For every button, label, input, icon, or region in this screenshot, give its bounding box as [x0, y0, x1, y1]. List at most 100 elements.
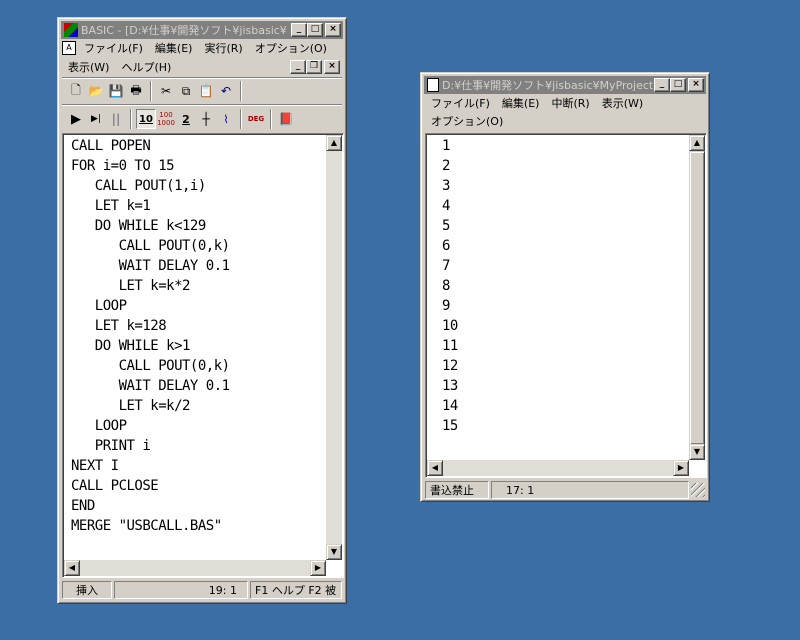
standard-toolbar: 🗋 📂 💾 🖶 ✂ ⧉ 📋 ↶: [62, 79, 342, 103]
open-icon[interactable]: 📂: [86, 81, 106, 101]
maximize-button[interactable]: □: [670, 78, 686, 92]
scroll-down-arrow-icon[interactable]: ▼: [326, 544, 342, 560]
pause-icon[interactable]: ||: [106, 109, 126, 129]
output-line: 8: [442, 278, 450, 294]
editor-vertical-scrollbar[interactable]: ▲ ▼: [326, 135, 342, 560]
output-horizontal-scrollbar[interactable]: ◀ ▶: [427, 460, 689, 476]
scroll-down-arrow-icon[interactable]: ▼: [689, 444, 705, 460]
toolbar-separator: [130, 109, 132, 129]
toolbar-separator: [240, 109, 242, 129]
decimal-1000-icon[interactable]: 100 1000: [156, 109, 176, 129]
output-title: D:¥仕事¥開発ソフト¥jisbasic¥MyProject¥: [442, 79, 654, 92]
scroll-up-arrow-icon[interactable]: ▲: [689, 135, 705, 151]
binary-2-icon[interactable]: 2: [176, 109, 196, 129]
menu-options[interactable]: オプション(O): [249, 40, 333, 56]
resize-grip-icon[interactable]: [691, 483, 705, 497]
run-icon[interactable]: ▶: [66, 109, 86, 129]
code-line[interactable]: LET k=k/2: [71, 396, 230, 416]
menu-edit[interactable]: 編集(E): [149, 40, 199, 56]
read-only-status: 書込禁止: [425, 481, 489, 499]
scroll-up-arrow-icon[interactable]: ▲: [326, 135, 342, 151]
menu-options[interactable]: オプション(O): [425, 113, 509, 129]
code-line[interactable]: FOR i=0 TO 15: [71, 156, 230, 176]
function-key-help-status: F1 ヘルプ F2 被: [250, 581, 342, 599]
code-line[interactable]: NEXT I: [71, 456, 230, 476]
editor-titlebar[interactable]: BASIC - [D:¥仕事¥開発ソフト¥jisbasic¥ _ □ ×: [61, 21, 343, 39]
child-restore-button[interactable]: ❐: [306, 60, 322, 74]
minimize-button[interactable]: _: [291, 23, 307, 37]
toolbar-separator: [240, 81, 242, 101]
toolbar-separator: [150, 81, 152, 101]
code-line[interactable]: CALL PCLOSE: [71, 476, 230, 496]
menu-edit[interactable]: 編集(E): [496, 95, 546, 111]
menu-break[interactable]: 中断(R): [545, 95, 595, 111]
output-titlebar[interactable]: D:¥仕事¥開発ソフト¥jisbasic¥MyProject¥ _ □ ×: [424, 76, 706, 94]
step-icon[interactable]: ▶|: [86, 109, 106, 129]
output-vertical-scrollbar[interactable]: ▲ ▼: [689, 135, 705, 460]
close-button[interactable]: ×: [688, 78, 704, 92]
output-line: 6: [442, 238, 450, 254]
menu-view[interactable]: 表示(W): [596, 95, 649, 111]
basic-editor-window[interactable]: BASIC - [D:¥仕事¥開発ソフト¥jisbasic¥ _ □ × A フ…: [57, 17, 347, 604]
cursor-position-status: 19: 1: [114, 581, 248, 599]
code-line[interactable]: END: [71, 496, 230, 516]
code-line[interactable]: CALL POUT(0,k): [71, 236, 231, 256]
basic-app-icon: [64, 23, 78, 37]
code-line[interactable]: WAIT DELAY 0.1: [71, 256, 231, 276]
code-editor[interactable]: CALL POPEN FOR i=0 TO 15 CALL POUT(1,i) L…: [62, 133, 344, 578]
scroll-left-arrow-icon[interactable]: ◀: [427, 460, 443, 476]
menu-run[interactable]: 実行(R): [198, 40, 248, 56]
close-button[interactable]: ×: [325, 23, 341, 37]
print-icon[interactable]: 🖶: [126, 81, 146, 101]
scroll-right-arrow-icon[interactable]: ▶: [673, 460, 689, 476]
code-line[interactable]: CALL POUT(1,i): [71, 176, 230, 196]
code-line[interactable]: WAIT DELAY 0.1: [71, 376, 231, 396]
code-line[interactable]: LOOP: [71, 416, 230, 436]
menu-view[interactable]: 表示(W): [62, 59, 115, 75]
cut-icon[interactable]: ✂: [156, 81, 176, 101]
undo-icon[interactable]: ↶: [216, 81, 236, 101]
code-line[interactable]: DO WHILE k<129: [71, 216, 230, 236]
code-line[interactable]: CALL POPEN: [71, 136, 230, 156]
code-line[interactable]: CALL POUT(0,k): [71, 356, 231, 376]
output-line: 14: [442, 398, 458, 414]
save-icon[interactable]: 💾: [106, 81, 126, 101]
scroll-left-arrow-icon[interactable]: ◀: [64, 560, 80, 576]
output-line: 15: [442, 418, 458, 434]
output-window[interactable]: D:¥仕事¥開発ソフト¥jisbasic¥MyProject¥ _ □ × ファ…: [420, 72, 710, 502]
copy-icon[interactable]: ⧉: [176, 81, 196, 101]
output-text: 1 2 3 4 5 6 7 8 9 10 11 12 13 14 15: [442, 136, 458, 436]
code-line[interactable]: LET k=1: [71, 196, 230, 216]
output-line: 13: [442, 378, 458, 394]
insert-mode-status: 挿入: [62, 581, 112, 599]
minimize-button[interactable]: _: [654, 78, 670, 92]
paste-icon[interactable]: 📋: [196, 81, 216, 101]
degree-icon[interactable]: DEG: [246, 109, 266, 129]
editor-title: BASIC - [D:¥仕事¥開発ソフト¥jisbasic¥: [81, 24, 287, 37]
code-line[interactable]: MERGE "USBCALL.BAS": [71, 516, 230, 536]
axis-icon[interactable]: ┼: [196, 109, 216, 129]
menu-help[interactable]: ヘルプ(H): [115, 59, 177, 75]
new-icon[interactable]: 🗋: [66, 81, 86, 101]
book-icon[interactable]: 📕: [276, 109, 296, 129]
scroll-thumb[interactable]: [689, 151, 705, 445]
code-line[interactable]: LOOP: [71, 296, 230, 316]
code-line[interactable]: LET k=k*2: [71, 276, 230, 296]
menu-file[interactable]: ファイル(F): [78, 40, 149, 56]
maximize-button[interactable]: □: [307, 23, 323, 37]
child-minimize-button[interactable]: _: [290, 60, 306, 74]
decimal-10-icon[interactable]: 10: [136, 109, 156, 129]
child-close-button[interactable]: ×: [324, 60, 340, 74]
menu-file[interactable]: ファイル(F): [425, 95, 496, 111]
code-line[interactable]: LET k=128: [71, 316, 230, 336]
scroll-right-arrow-icon[interactable]: ▶: [310, 560, 326, 576]
output-text-area[interactable]: 1 2 3 4 5 6 7 8 9 10 11 12 13 14 15 ▲ ▼ ◀ ▶: [425, 133, 707, 478]
editor-menubar-row1: A ファイル(F) 編集(E) 実行(R) オプション(O): [62, 39, 333, 57]
output-line: 7: [442, 258, 450, 274]
code-line[interactable]: DO WHILE k>1: [71, 336, 230, 356]
output-line: 1: [442, 138, 450, 154]
code-line[interactable]: PRINT i: [71, 436, 230, 456]
editor-horizontal-scrollbar[interactable]: ◀ ▶: [64, 560, 326, 576]
code-text[interactable]: CALL POPEN FOR i=0 TO 15 CALL POUT(1,i) L…: [71, 136, 230, 536]
graph-icon[interactable]: ⌇: [216, 109, 236, 129]
